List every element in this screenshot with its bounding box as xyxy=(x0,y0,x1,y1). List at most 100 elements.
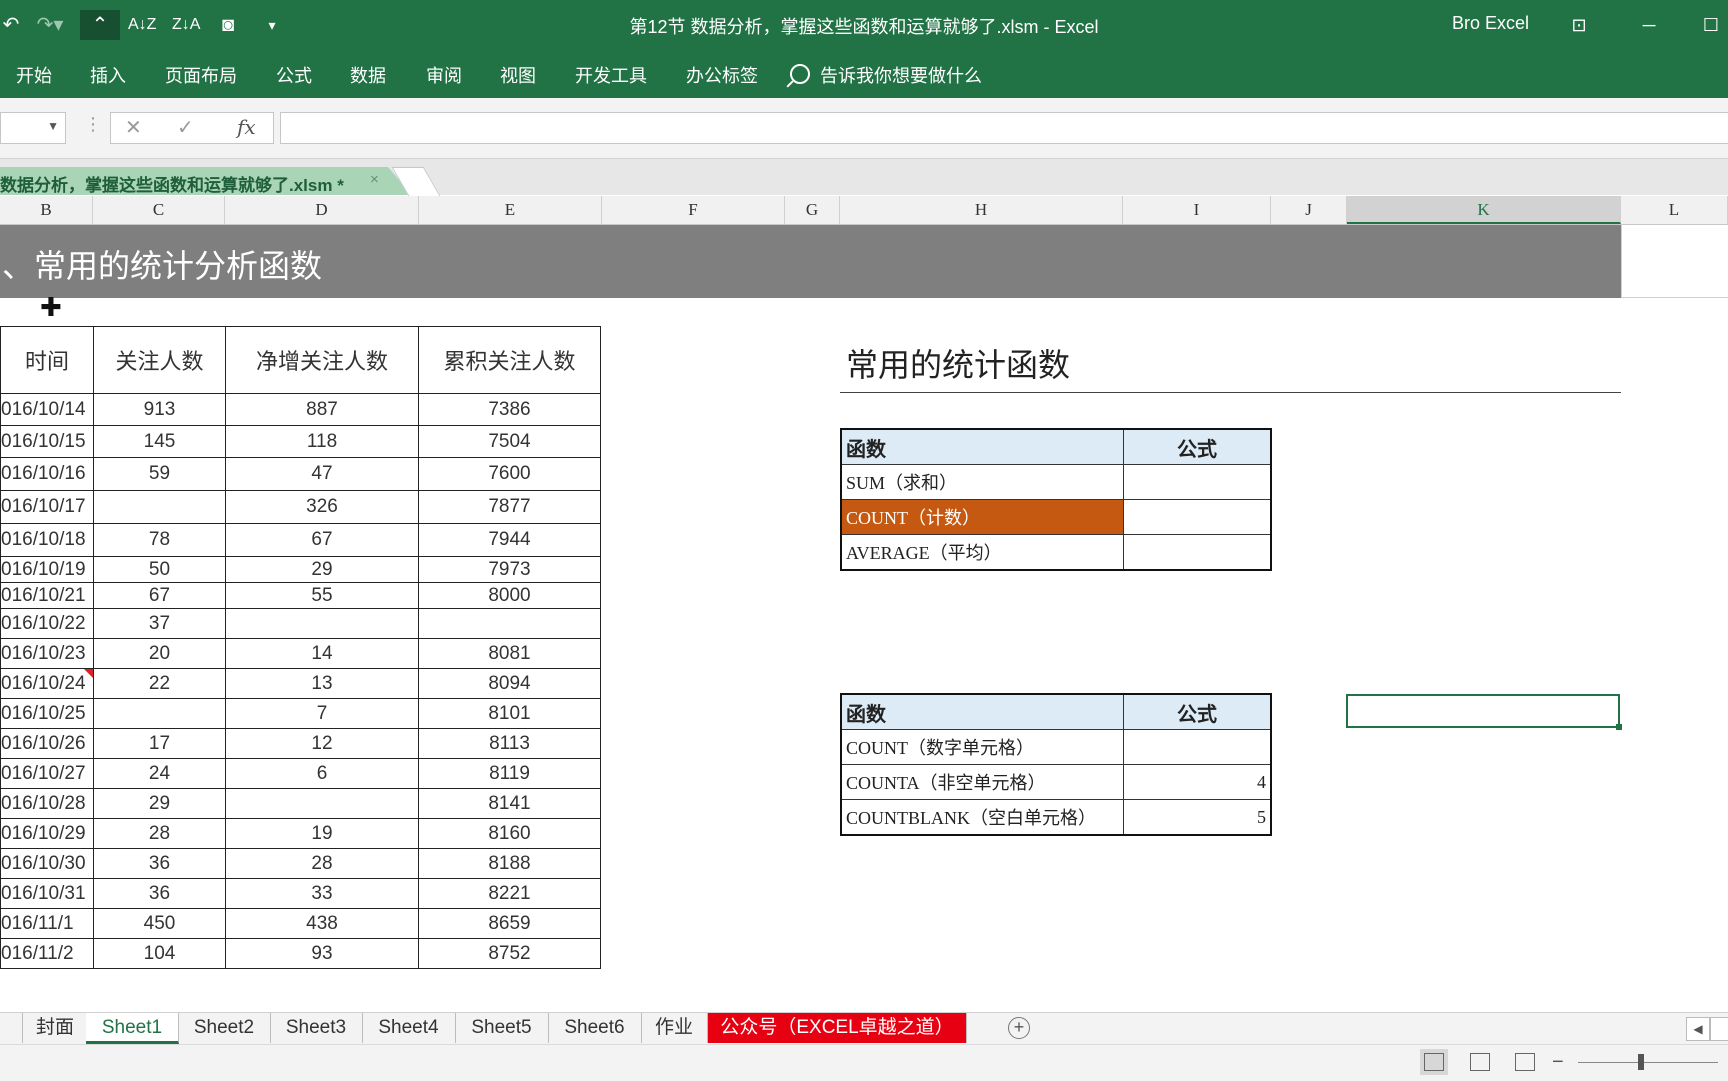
header-total-followers[interactable]: 累积关注人数 xyxy=(418,326,601,394)
cell-total[interactable]: 7600 xyxy=(418,457,601,491)
column-header-h[interactable]: H xyxy=(840,196,1123,224)
header-date[interactable]: 时间 xyxy=(0,326,94,394)
tab-formulas[interactable]: 公式 xyxy=(276,62,312,88)
cell-followers[interactable]: 104 xyxy=(93,938,226,969)
ribbon-display-options-icon[interactable]: ⊡ xyxy=(1562,10,1596,40)
formula-sum[interactable] xyxy=(1123,464,1272,500)
workbook-tab[interactable]: 数据分析，掌握这些函数和运算就够了.xlsm * × xyxy=(0,167,412,195)
cell-net[interactable]: 28 xyxy=(225,848,419,879)
formula-count[interactable] xyxy=(1123,499,1272,535)
zoom-slider[interactable] xyxy=(1578,1062,1718,1063)
cell-followers[interactable]: 28 xyxy=(93,818,226,849)
cell-followers[interactable]: 450 xyxy=(93,908,226,939)
formula-average[interactable] xyxy=(1123,534,1272,571)
value-count-numeric[interactable] xyxy=(1123,729,1272,765)
header-function[interactable]: 函数 xyxy=(840,428,1124,465)
cell-followers[interactable]: 145 xyxy=(93,425,226,458)
sheet-tab-sheet3[interactable]: Sheet3 xyxy=(270,1013,363,1043)
cell-net[interactable]: 326 xyxy=(225,490,419,524)
column-header-j[interactable]: J xyxy=(1271,196,1347,224)
cell-followers[interactable]: 29 xyxy=(93,788,226,819)
tab-data[interactable]: 数据 xyxy=(350,62,386,88)
cell-followers[interactable]: 67 xyxy=(93,582,226,609)
sheet-tab-cover[interactable]: 封面 xyxy=(22,1013,88,1043)
insert-function-icon[interactable]: fx xyxy=(237,115,256,139)
chevron-down-icon[interactable]: ▼ xyxy=(47,119,59,133)
column-header-c[interactable]: C xyxy=(93,196,225,224)
column-header-e[interactable]: E xyxy=(419,196,602,224)
cell-total[interactable]: 8000 xyxy=(418,582,601,609)
cell-date[interactable]: 016/10/21 xyxy=(0,582,94,609)
function-counta[interactable]: COUNTA（非空单元格） xyxy=(840,764,1124,800)
cell-total[interactable] xyxy=(418,608,601,639)
value-counta[interactable]: 4 xyxy=(1123,764,1272,800)
cell-followers[interactable]: 59 xyxy=(93,457,226,491)
cell-date[interactable]: 016/10/14 xyxy=(0,393,94,426)
cell-net[interactable]: 14 xyxy=(225,638,419,669)
cell-net[interactable]: 55 xyxy=(225,582,419,609)
cell-followers[interactable]: 37 xyxy=(93,608,226,639)
cell-total[interactable]: 7504 xyxy=(418,425,601,458)
cell-net[interactable]: 93 xyxy=(225,938,419,969)
sheet-tab-sheet1[interactable]: Sheet1 xyxy=(86,1013,179,1044)
cell-followers[interactable]: 24 xyxy=(93,758,226,789)
cancel-icon[interactable]: ✕ xyxy=(125,115,142,140)
cell-followers[interactable]: 913 xyxy=(93,393,226,426)
tab-view[interactable]: 视图 xyxy=(500,62,536,88)
cell-date[interactable]: 016/10/16 xyxy=(0,457,94,491)
column-header-g[interactable]: G xyxy=(785,196,840,224)
cell-total[interactable]: 8659 xyxy=(418,908,601,939)
function-count[interactable]: COUNT（计数） xyxy=(840,499,1124,535)
column-header-f[interactable]: F xyxy=(602,196,785,224)
column-header-k[interactable]: K xyxy=(1347,196,1621,224)
zoom-out-icon[interactable]: − xyxy=(1552,1051,1564,1074)
tab-insert[interactable]: 插入 xyxy=(90,62,126,88)
cell-total[interactable]: 8094 xyxy=(418,668,601,699)
minimize-icon[interactable]: ─ xyxy=(1632,10,1666,40)
cell-total[interactable]: 8752 xyxy=(418,938,601,969)
tab-office-tab[interactable]: 办公标签 xyxy=(686,62,758,88)
tell-me-search[interactable]: 告诉我你想要做什么 xyxy=(790,62,982,88)
column-header-b[interactable]: B xyxy=(0,196,93,224)
cell-total[interactable]: 8113 xyxy=(418,728,601,759)
cell-total[interactable]: 7944 xyxy=(418,523,601,557)
cell-date[interactable]: 016/10/27 xyxy=(0,758,94,789)
cell-followers[interactable]: 17 xyxy=(93,728,226,759)
cell-l2[interactable] xyxy=(1621,225,1728,298)
cell-net[interactable] xyxy=(225,608,419,639)
cell-date[interactable]: 016/10/25 xyxy=(0,698,94,729)
sheet-tab-homework[interactable]: 作业 xyxy=(641,1013,708,1043)
user-name[interactable]: Bro Excel xyxy=(1452,13,1529,34)
add-sheet-icon[interactable]: + xyxy=(1008,1017,1030,1039)
cell-total[interactable]: 7386 xyxy=(418,393,601,426)
cell-date[interactable]: 016/10/30 xyxy=(0,848,94,879)
cell-net[interactable]: 29 xyxy=(225,556,419,583)
cell-followers[interactable]: 50 xyxy=(93,556,226,583)
page-layout-view-icon[interactable] xyxy=(1470,1053,1490,1071)
enter-icon[interactable]: ✓ xyxy=(177,115,194,140)
sheet-tab-sheet4[interactable]: Sheet4 xyxy=(362,1013,456,1043)
cell-date[interactable]: 016/11/2 xyxy=(0,938,94,969)
scroll-left-icon[interactable]: ◀ xyxy=(1686,1017,1710,1041)
sheet-tab-sheet6[interactable]: Sheet6 xyxy=(548,1013,642,1043)
zoom-slider-thumb[interactable] xyxy=(1638,1054,1644,1070)
header-formula[interactable]: 公式 xyxy=(1123,693,1272,730)
selected-cell-k[interactable] xyxy=(1346,694,1622,730)
cell-date[interactable]: 016/10/23 xyxy=(0,638,94,669)
column-header-d[interactable]: D xyxy=(225,196,419,224)
function-average[interactable]: AVERAGE（平均） xyxy=(840,534,1124,571)
header-net-followers[interactable]: 净增关注人数 xyxy=(225,326,419,394)
sheet-tab-sheet2[interactable]: Sheet2 xyxy=(178,1013,271,1043)
cell-total[interactable]: 8188 xyxy=(418,848,601,879)
name-box[interactable]: ▼ xyxy=(0,112,66,144)
tab-page-layout[interactable]: 页面布局 xyxy=(165,62,237,88)
cell-date[interactable]: 016/10/26 xyxy=(0,728,94,759)
cell-net[interactable]: 118 xyxy=(225,425,419,458)
cell-date[interactable]: 016/10/28 xyxy=(0,788,94,819)
cell-followers[interactable] xyxy=(93,698,226,729)
cell-total[interactable]: 8119 xyxy=(418,758,601,789)
cell-net[interactable]: 7 xyxy=(225,698,419,729)
cell-date[interactable]: 016/10/31 xyxy=(0,878,94,909)
cell-net[interactable] xyxy=(225,788,419,819)
cell-total[interactable]: 7973 xyxy=(418,556,601,583)
